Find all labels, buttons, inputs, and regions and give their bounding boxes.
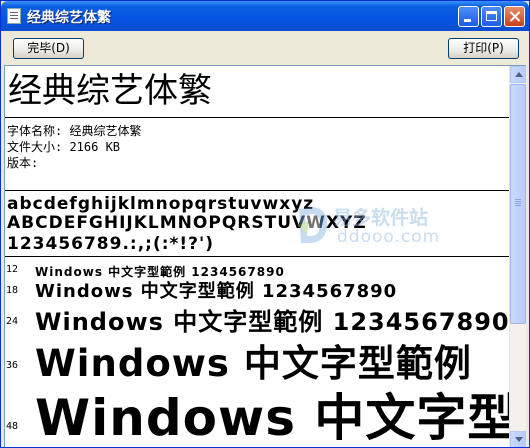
file-size-info: 文件大小: 2166 KB (7, 140, 121, 154)
sample-text: Windows 中文字型範例 (35, 389, 510, 447)
document-icon (7, 8, 21, 24)
size-label: 12 (6, 264, 19, 275)
size-label: 24 (6, 316, 19, 327)
sample-text: Windows 中文字型範例 1234567890 (35, 281, 398, 302)
print-button[interactable]: 打印(P) (448, 38, 519, 59)
title-bar[interactable]: 经典综艺体繁 (1, 1, 529, 31)
divider (5, 190, 510, 191)
watermark-logo-icon (297, 207, 328, 243)
maximize-button[interactable] (481, 6, 502, 27)
watermark-url: ddooo.com (337, 227, 441, 247)
font-name-heading: 经典综艺体繁 (8, 71, 212, 111)
size-label: 18 (6, 285, 19, 296)
watermark-text: 易多软件站 (333, 207, 429, 229)
close-button[interactable] (504, 6, 525, 27)
size-label: 36 (6, 360, 19, 371)
divider (5, 117, 510, 118)
window-title: 经典综艺体繁 (27, 10, 111, 26)
preview-view: 经典综艺体繁 字体名称: 经典综艺体繁 文件大小: 2166 KB 版本: ab… (5, 66, 510, 447)
scroll-up-arrow-icon[interactable] (510, 66, 526, 83)
font-name-info: 字体名称: 经典综艺体繁 (7, 124, 142, 138)
minimize-button[interactable] (458, 6, 479, 27)
font-preview-pane: 经典综艺体繁 字体名称: 经典综艺体繁 文件大小: 2166 KB 版本: ab… (4, 65, 526, 447)
divider (5, 256, 510, 257)
version-info: 版本: (7, 156, 39, 170)
scroll-down-arrow-icon[interactable] (510, 431, 526, 447)
lowercase-charset: abcdefghijklmnopqrstuvwxyz (7, 194, 315, 214)
scroll-thumb[interactable] (510, 84, 526, 324)
font-preview-window: 经典综艺体繁 完毕(D) 打印(P) 经典综艺体繁 字体名称: 经典综艺体繁 文… (0, 0, 530, 448)
size-label: 48 (6, 421, 19, 432)
done-button[interactable]: 完毕(D) (13, 38, 84, 59)
vertical-scrollbar[interactable] (509, 66, 526, 447)
sample-text: Windows 中文字型範例 1234567890 (35, 308, 510, 336)
digits-charset: 123456789.:,;(:*!?') (7, 234, 215, 254)
